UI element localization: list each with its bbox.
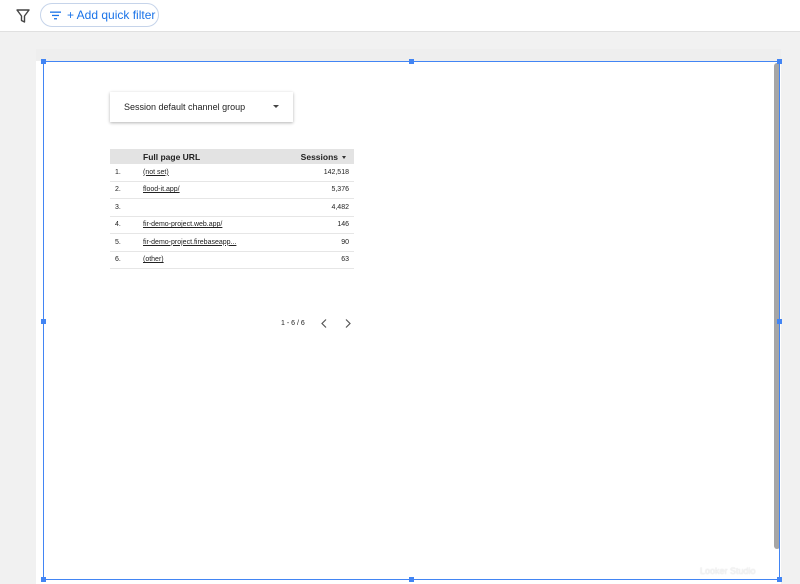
dropdown-caret-icon	[273, 105, 279, 108]
table-row: 1. (not set) 142,518	[110, 164, 354, 182]
resize-handle-top-left[interactable]	[41, 59, 46, 64]
row-index: 3.	[115, 203, 121, 211]
row-sessions: 4,482	[331, 203, 349, 211]
row-index: 2.	[115, 186, 121, 194]
next-page-icon[interactable]	[343, 317, 353, 329]
resize-handle-bottom[interactable]	[409, 577, 414, 582]
table-header: Full page URL Sessions	[110, 149, 354, 164]
sessions-table: Full page URL Sessions 1. (not set) 142,…	[110, 149, 354, 269]
table-row: 5. fir-demo-project.firebaseapp... 90	[110, 234, 354, 252]
row-sessions: 146	[337, 221, 349, 229]
add-quick-filter-button[interactable]: + Add quick filter	[40, 3, 159, 27]
table-row: 4. fir-demo-project.web.app/ 146	[110, 217, 354, 234]
row-url-link[interactable]: fir-demo-project.web.app/	[143, 221, 222, 228]
resize-handle-left[interactable]	[41, 319, 46, 324]
vertical-scrollbar[interactable]	[774, 63, 780, 549]
channel-group-dropdown[interactable]: Session default channel group	[110, 92, 293, 122]
row-index: 4.	[115, 221, 121, 229]
table-pagination: 1 - 6 / 6	[281, 316, 353, 330]
table-row: 2. flood-it.app/ 5,376	[110, 182, 354, 199]
header-full-page-url[interactable]: Full page URL	[143, 152, 274, 162]
dropdown-label: Session default channel group	[124, 102, 246, 112]
report-page[interactable]	[36, 49, 781, 584]
sort-desc-icon	[342, 155, 346, 159]
pagination-count: 1 - 6 / 6	[281, 319, 305, 327]
row-sessions: 90	[341, 238, 349, 246]
previous-page-icon[interactable]	[319, 317, 329, 329]
row-url-link[interactable]: flood-it.app/	[143, 186, 180, 193]
row-index: 5.	[115, 238, 121, 246]
resize-handle-top-right[interactable]	[777, 59, 782, 64]
filter-list-icon	[50, 11, 61, 19]
resize-handle-bottom-left[interactable]	[41, 577, 46, 582]
resize-handle-bottom-right[interactable]	[777, 577, 782, 582]
row-sessions: 63	[341, 256, 349, 264]
add-quick-filter-label: + Add quick filter	[67, 8, 156, 22]
resize-handle-right[interactable]	[777, 319, 782, 324]
header-sessions[interactable]: Sessions	[274, 152, 354, 162]
looker-studio-watermark: Looker Studio	[700, 566, 756, 576]
table-row: 3. 4,482	[110, 199, 354, 217]
filter-icon[interactable]	[15, 8, 31, 24]
resize-handle-top[interactable]	[409, 59, 414, 64]
table-row: 6. (other) 63	[110, 252, 354, 269]
row-url-link[interactable]: (other)	[143, 256, 164, 263]
row-sessions: 5,376	[331, 186, 349, 194]
row-index: 1.	[115, 168, 121, 176]
row-sessions: 142,518	[323, 168, 349, 176]
header-sessions-label: Sessions	[300, 151, 338, 162]
top-toolbar: + Add quick filter	[0, 0, 800, 32]
row-index: 6.	[115, 256, 121, 264]
row-url-link[interactable]: (not set)	[143, 169, 169, 176]
row-url-link[interactable]: fir-demo-project.firebaseapp...	[143, 239, 236, 246]
